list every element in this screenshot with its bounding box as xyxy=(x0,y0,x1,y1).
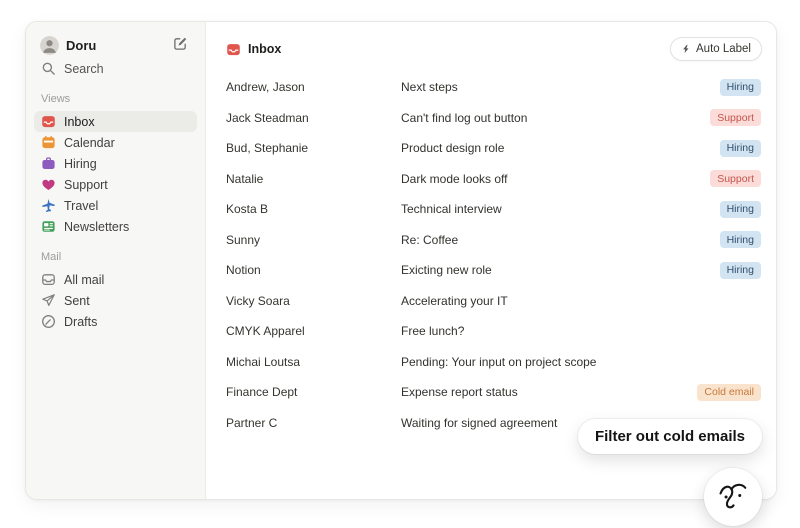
sidebar: Doru Search Views Inbox Calendar xyxy=(26,22,206,499)
email-tag-badge: Support xyxy=(710,109,761,126)
email-subject: Expense report status xyxy=(401,385,697,399)
auto-label-button[interactable]: Auto Label xyxy=(670,37,762,61)
assistant-button[interactable] xyxy=(704,468,762,526)
email-sender: Kosta B xyxy=(226,202,401,216)
plane-icon xyxy=(41,198,56,213)
face-icon xyxy=(717,478,749,516)
email-subject: Re: Coffee xyxy=(401,233,720,247)
email-tag-badge: Cold email xyxy=(697,384,761,401)
email-subject: Pending: Your input on project scope xyxy=(401,355,761,369)
email-sender: CMYK Apparel xyxy=(226,324,401,338)
mail-list: All mail Sent Drafts xyxy=(34,269,197,332)
search-label: Search xyxy=(64,62,104,76)
sidebar-item[interactable]: Hiring xyxy=(34,153,197,174)
sidebar-item-label: Travel xyxy=(64,199,98,213)
email-subject: Technical interview xyxy=(401,202,720,216)
email-tag-badge: Hiring xyxy=(720,262,761,279)
inbox-icon xyxy=(41,114,56,129)
email-row[interactable]: Sunny Re: Coffee Hiring xyxy=(206,225,776,256)
sidebar-item[interactable]: Sent xyxy=(34,290,197,311)
briefcase-icon xyxy=(41,156,56,171)
sidebar-item[interactable]: Drafts xyxy=(34,311,197,332)
sidebar-item-label: Support xyxy=(64,178,108,192)
sidebar-item-label: Drafts xyxy=(64,315,97,329)
draft-icon xyxy=(41,314,56,329)
email-subject: Free lunch? xyxy=(401,324,761,338)
email-row[interactable]: Jack Steadman Can't find log out button … xyxy=(206,103,776,134)
email-subject: Can't find log out button xyxy=(401,111,710,125)
zap-icon xyxy=(681,44,691,54)
email-sender: Andrew, Jason xyxy=(226,80,401,94)
sidebar-item-label: All mail xyxy=(64,273,104,287)
search-icon xyxy=(41,61,56,76)
sidebar-item[interactable]: Calendar xyxy=(34,132,197,153)
email-sender: Natalie xyxy=(226,172,401,186)
email-sender: Michai Loutsa xyxy=(226,355,401,369)
tray-icon xyxy=(41,272,56,287)
email-row[interactable]: Finance Dept Expense report status Cold … xyxy=(206,377,776,408)
email-sender: Vicky Soara xyxy=(226,294,401,308)
email-sender: Notion xyxy=(226,263,401,277)
email-subject: Product design role xyxy=(401,141,720,155)
email-row[interactable]: Notion Exicting new role Hiring xyxy=(206,255,776,286)
calendar-icon xyxy=(41,135,56,150)
auto-label-button-label: Auto Label xyxy=(696,43,751,55)
section-label-views: Views xyxy=(34,93,197,105)
inbox-icon xyxy=(226,42,241,57)
email-subject: Next steps xyxy=(401,80,720,94)
assistant-tooltip: Filter out cold emails xyxy=(578,419,762,454)
email-row[interactable]: Michai Loutsa Pending: Your input on pro… xyxy=(206,347,776,378)
email-row[interactable]: Natalie Dark mode looks off Support xyxy=(206,164,776,195)
user-name: Doru xyxy=(66,38,162,53)
email-tag-badge: Hiring xyxy=(720,140,761,157)
section-label-mail: Mail xyxy=(34,251,197,263)
sidebar-item[interactable]: Support xyxy=(34,174,197,195)
workspace-switcher[interactable]: Doru xyxy=(34,34,197,56)
email-subject: Accelerating your IT xyxy=(401,294,761,308)
search-button[interactable]: Search xyxy=(34,58,197,79)
email-row[interactable]: Vicky Soara Accelerating your IT xyxy=(206,286,776,317)
email-subject: Dark mode looks off xyxy=(401,172,710,186)
send-icon xyxy=(41,293,56,308)
sidebar-item-label: Sent xyxy=(64,294,90,308)
user-avatar xyxy=(40,36,59,55)
email-sender: Bud, Stephanie xyxy=(226,141,401,155)
page-title: Inbox xyxy=(248,42,281,56)
email-row[interactable]: Kosta B Technical interview Hiring xyxy=(206,194,776,225)
sidebar-item-label: Newsletters xyxy=(64,220,129,234)
inbox-header: Inbox Auto Label xyxy=(206,22,776,62)
email-tag-badge: Support xyxy=(710,170,761,187)
newsletter-icon xyxy=(41,219,56,234)
heart-icon xyxy=(41,177,56,192)
views-list: Inbox Calendar Hiring Support xyxy=(34,111,197,237)
email-tag-badge: Hiring xyxy=(720,79,761,96)
sidebar-item[interactable]: All mail xyxy=(34,269,197,290)
sidebar-item-label: Inbox xyxy=(64,115,95,129)
email-sender: Sunny xyxy=(226,233,401,247)
sidebar-item[interactable]: Newsletters xyxy=(34,216,197,237)
email-tag-badge: Hiring xyxy=(720,201,761,218)
email-row[interactable]: Andrew, Jason Next steps Hiring xyxy=(206,72,776,103)
email-subject: Exicting new role xyxy=(401,263,720,277)
email-tag-badge: Hiring xyxy=(720,231,761,248)
compose-icon xyxy=(173,36,188,54)
sidebar-item-label: Calendar xyxy=(64,136,115,150)
email-list: Andrew, Jason Next steps Hiring Jack Ste… xyxy=(206,72,776,438)
sidebar-item[interactable]: Travel xyxy=(34,195,197,216)
email-sender: Partner C xyxy=(226,416,401,430)
email-sender: Jack Steadman xyxy=(226,111,401,125)
email-row[interactable]: Bud, Stephanie Product design role Hirin… xyxy=(206,133,776,164)
compose-button[interactable] xyxy=(169,34,191,56)
email-sender: Finance Dept xyxy=(226,385,401,399)
sidebar-item-label: Hiring xyxy=(64,157,97,171)
email-row[interactable]: CMYK Apparel Free lunch? xyxy=(206,316,776,347)
sidebar-item[interactable]: Inbox xyxy=(34,111,197,132)
